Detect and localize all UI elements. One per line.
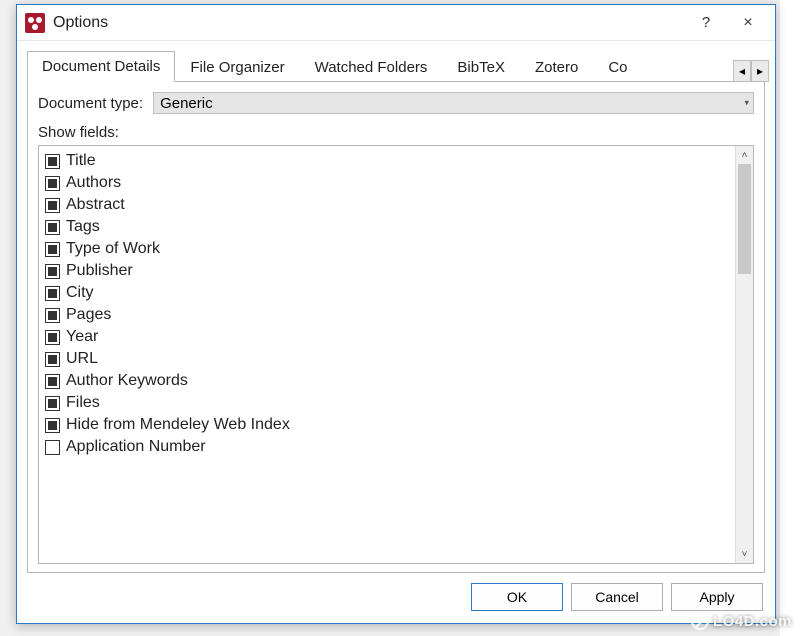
field-item[interactable]: Year (45, 326, 729, 348)
tab-label: Watched Folders (315, 59, 428, 76)
tab-scroll-nav: ◂ ▸ (733, 60, 769, 82)
scroll-down-arrow[interactable]: ˅ (736, 545, 753, 563)
document-type-row: Document type: Generic ▾ (38, 92, 754, 114)
chevron-left-icon: ◂ (739, 64, 745, 78)
tab-document-details[interactable]: Document Details (27, 51, 175, 82)
field-checkbox[interactable] (45, 220, 60, 235)
tab-scroll-left[interactable]: ◂ (733, 60, 751, 82)
button-label: OK (507, 589, 527, 605)
field-item[interactable]: Application Number (45, 436, 729, 458)
field-item[interactable]: Files (45, 392, 729, 414)
vertical-scrollbar[interactable]: ˄ ˅ (735, 146, 753, 563)
cancel-button[interactable]: Cancel (571, 583, 663, 611)
chevron-down-icon: ˅ (742, 549, 748, 560)
field-checkbox[interactable] (45, 154, 60, 169)
document-type-combo[interactable]: Generic ▾ (153, 92, 754, 114)
scroll-track[interactable] (736, 164, 753, 545)
field-item[interactable]: URL (45, 348, 729, 370)
field-label: Authors (66, 174, 121, 192)
field-label: Type of Work (66, 240, 160, 258)
field-checkbox[interactable] (45, 330, 60, 345)
options-dialog: Options ? × Document Details File Organi… (16, 4, 776, 624)
field-label: Author Keywords (66, 372, 188, 390)
tab-pane-document-details: Document type: Generic ▾ Show fields: Ti… (27, 81, 765, 573)
field-label: Year (66, 328, 98, 346)
ok-button[interactable]: OK (471, 583, 563, 611)
document-type-label: Document type: (38, 95, 143, 112)
tab-label: Document Details (42, 58, 160, 75)
fields-listbox: Title Authors Abstract Tags Type of Work Publ… (38, 145, 754, 564)
background-app-hint (780, 0, 800, 636)
field-item[interactable]: Title (45, 150, 729, 172)
field-checkbox[interactable] (45, 418, 60, 433)
tab-label: File Organizer (190, 59, 284, 76)
document-type-value: Generic (160, 95, 213, 112)
field-checkbox[interactable] (45, 198, 60, 213)
field-item[interactable]: Abstract (45, 194, 729, 216)
field-label: Application Number (66, 438, 206, 456)
field-checkbox[interactable] (45, 374, 60, 389)
field-label: Files (66, 394, 100, 412)
field-item[interactable]: Type of Work (45, 238, 729, 260)
tab-scroll-right[interactable]: ▸ (751, 60, 769, 82)
fields-list: Title Authors Abstract Tags Type of Work Publ… (39, 146, 735, 563)
field-checkbox[interactable] (45, 286, 60, 301)
button-label: Cancel (595, 589, 639, 605)
titlebar: Options ? × (17, 5, 775, 41)
dialog-buttons: OK Cancel Apply (17, 573, 775, 623)
close-icon: × (743, 14, 752, 32)
tab-label: Zotero (535, 59, 578, 76)
chevron-right-icon: ▸ (757, 64, 763, 78)
scroll-thumb[interactable] (738, 164, 751, 274)
field-label: Tags (66, 218, 100, 236)
scroll-up-arrow[interactable]: ˄ (736, 146, 753, 164)
tab-label: BibTeX (457, 59, 505, 76)
show-fields-label: Show fields: (38, 124, 754, 141)
field-label: Title (66, 152, 96, 170)
tab-watched-folders[interactable]: Watched Folders (300, 52, 443, 82)
apply-button[interactable]: Apply (671, 583, 763, 611)
field-item[interactable]: Publisher (45, 260, 729, 282)
field-checkbox[interactable] (45, 308, 60, 323)
field-checkbox[interactable] (45, 396, 60, 411)
field-checkbox[interactable] (45, 242, 60, 257)
button-label: Apply (699, 589, 734, 605)
close-button[interactable]: × (727, 7, 769, 39)
field-checkbox[interactable] (45, 264, 60, 279)
chevron-up-icon: ˄ (742, 150, 748, 161)
tabstrip: Document Details File Organizer Watched … (17, 47, 775, 82)
field-item[interactable]: Tags (45, 216, 729, 238)
tab-zotero[interactable]: Zotero (520, 52, 593, 82)
field-label: City (66, 284, 94, 302)
field-label: URL (66, 350, 98, 368)
tab-file-organizer[interactable]: File Organizer (175, 52, 299, 82)
field-item[interactable]: Pages (45, 304, 729, 326)
field-label: Abstract (66, 196, 125, 214)
tab-label: Co (608, 59, 627, 76)
field-item[interactable]: Authors (45, 172, 729, 194)
field-item[interactable]: Hide from Mendeley Web Index (45, 414, 729, 436)
field-checkbox[interactable] (45, 352, 60, 367)
tab-overflow[interactable]: Co (593, 52, 642, 82)
chevron-down-icon: ▾ (744, 98, 749, 109)
field-item[interactable]: City (45, 282, 729, 304)
field-checkbox[interactable] (45, 440, 60, 455)
field-item[interactable]: Author Keywords (45, 370, 729, 392)
mendeley-icon (25, 13, 45, 33)
help-button[interactable]: ? (685, 7, 727, 39)
field-label: Hide from Mendeley Web Index (66, 416, 290, 434)
field-label: Publisher (66, 262, 133, 280)
field-checkbox[interactable] (45, 176, 60, 191)
tab-bibtex[interactable]: BibTeX (442, 52, 520, 82)
help-icon: ? (702, 14, 710, 31)
window-title: Options (53, 14, 685, 32)
field-label: Pages (66, 306, 111, 324)
